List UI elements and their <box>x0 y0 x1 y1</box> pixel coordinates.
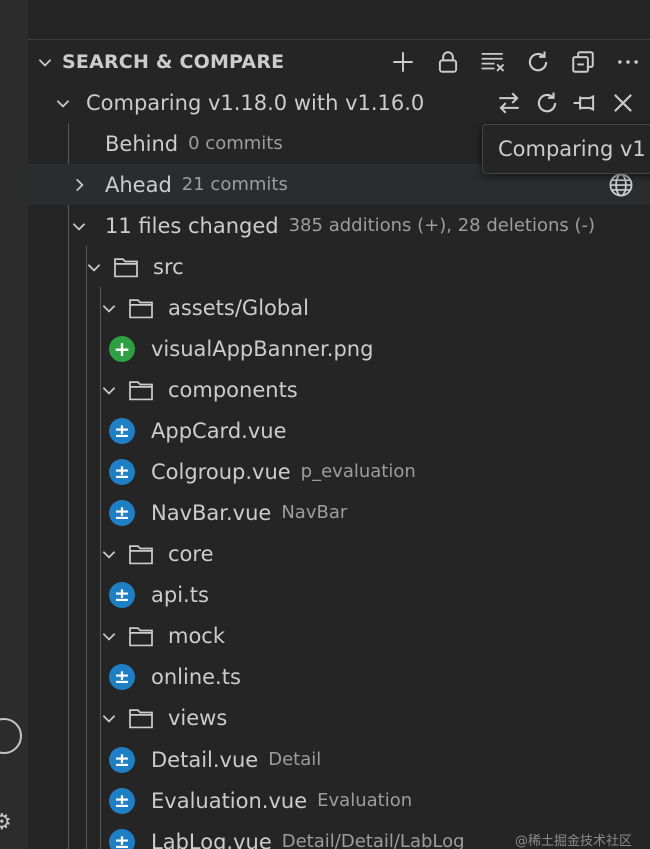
file-desc: Detail <box>268 749 322 770</box>
top-strip <box>28 0 650 38</box>
section-actions <box>380 42 650 82</box>
file-label: Detail.vue <box>151 747 259 772</box>
ahead-label: Ahead <box>105 172 172 197</box>
modified-status-icon: ± <box>109 663 135 690</box>
close-icon[interactable] <box>604 83 642 123</box>
folder-icon <box>128 297 160 319</box>
clear-all-icon[interactable] <box>470 42 515 82</box>
tree-folder-mock[interactable]: mock <box>28 615 650 656</box>
folder-icon <box>128 379 160 401</box>
section-title: SEARCH & COMPARE <box>62 51 285 73</box>
tree-folder-views[interactable]: views <box>28 697 650 738</box>
comparison-label: Comparing v1.18.0 with v1.16.0 <box>86 90 425 115</box>
file-desc: Evaluation <box>317 790 413 811</box>
modified-status-icon: ± <box>109 581 135 608</box>
more-icon[interactable] <box>605 42 650 82</box>
tree-file-online[interactable]: ± online.ts <box>28 656 650 697</box>
modified-status-icon: ± <box>109 458 135 485</box>
chevron-down-icon[interactable] <box>81 254 107 280</box>
chevron-down-icon[interactable] <box>96 541 122 567</box>
tree-file-evaluation[interactable]: ± Evaluation.vue Evaluation <box>28 780 650 821</box>
file-label: online.ts <box>151 664 241 689</box>
refresh-icon[interactable] <box>515 42 560 82</box>
tree-file-api[interactable]: ± api.ts <box>28 574 650 615</box>
file-label: Evaluation.vue <box>151 788 308 813</box>
chevron-down-icon[interactable] <box>66 213 92 239</box>
file-label: NavBar.vue <box>151 500 272 525</box>
behind-label: Behind <box>105 131 179 156</box>
comparison-row[interactable]: Comparing v1.18.0 with v1.16.0 <box>28 82 650 123</box>
folder-label: src <box>153 254 184 279</box>
chevron-down-icon[interactable] <box>96 295 122 321</box>
chevron-down-icon[interactable] <box>32 49 58 75</box>
tree-file-colgroup[interactable]: ± Colgroup.vue p_evaluation <box>28 451 650 492</box>
tree-folder-components[interactable]: components <box>28 369 650 410</box>
collapse-all-icon[interactable] <box>560 42 605 82</box>
folder-icon <box>128 625 160 647</box>
swap-icon[interactable] <box>490 83 528 123</box>
behind-desc: 0 commits <box>188 133 283 154</box>
section-header[interactable]: SEARCH & COMPARE <box>28 42 650 82</box>
added-status-icon: + <box>109 335 135 362</box>
file-label: api.ts <box>151 582 209 607</box>
globe-icon[interactable] <box>608 172 634 202</box>
gear-icon[interactable]: ⚙ <box>0 812 14 834</box>
tree-file-navbar[interactable]: ± NavBar.vue NavBar <box>28 492 650 533</box>
tree-folder-assets[interactable]: assets/Global <box>28 287 650 328</box>
folder-icon <box>113 256 145 278</box>
files-changed-row[interactable]: 11 files changed 385 additions (+), 28 d… <box>28 205 650 246</box>
modified-status-icon: ± <box>109 787 135 814</box>
folder-label: core <box>168 541 214 566</box>
accounts-icon[interactable] <box>0 718 22 754</box>
files-changed-label: 11 files changed <box>105 213 279 238</box>
chevron-down-icon[interactable] <box>96 705 122 731</box>
refresh-icon[interactable] <box>528 83 566 123</box>
folder-icon <box>128 707 160 729</box>
modified-status-icon: ± <box>109 417 135 444</box>
tree-folder-src[interactable]: src <box>28 246 650 287</box>
file-label: visualAppBanner.png <box>151 336 374 361</box>
file-label: Colgroup.vue <box>151 459 291 484</box>
chevron-down-icon[interactable] <box>96 623 122 649</box>
comparison-actions <box>490 82 642 123</box>
divider <box>28 39 650 40</box>
chevron-right-icon[interactable] <box>66 172 92 198</box>
activity-bar: ⚙ <box>0 0 28 849</box>
ahead-desc: 21 commits <box>181 174 288 195</box>
folder-label: components <box>168 377 298 402</box>
folder-label: mock <box>168 623 226 648</box>
folder-label: views <box>168 705 228 730</box>
pin-icon[interactable] <box>566 83 604 123</box>
chevron-down-icon[interactable] <box>50 90 76 116</box>
add-icon[interactable] <box>380 42 425 82</box>
tree-folder-core[interactable]: core <box>28 533 650 574</box>
folder-icon <box>128 543 160 565</box>
watermark: @稀土掘金技术社区 <box>514 834 632 849</box>
tree-file-appcard[interactable]: ± AppCard.vue <box>28 410 650 451</box>
file-label: AppCard.vue <box>151 418 287 443</box>
folder-label: assets/Global <box>168 295 309 320</box>
modified-status-icon: ± <box>109 499 135 526</box>
lock-icon[interactable] <box>425 42 470 82</box>
modified-status-icon: ± <box>109 828 135 849</box>
tooltip: Comparing v1 <box>482 124 650 174</box>
tree-file-banner[interactable]: + visualAppBanner.png <box>28 328 650 369</box>
modified-status-icon: ± <box>109 746 135 773</box>
file-desc: NavBar <box>281 502 348 523</box>
files-changed-desc: 385 additions (+), 28 deletions (-) <box>288 215 596 236</box>
file-desc: Detail/Detail/LabLog <box>281 831 465 849</box>
chevron-down-icon[interactable] <box>96 377 122 403</box>
file-desc: p_evaluation <box>300 461 416 482</box>
tree-file-detail[interactable]: ± Detail.vue Detail <box>28 739 650 780</box>
file-label: LabLog.vue <box>151 829 272 849</box>
